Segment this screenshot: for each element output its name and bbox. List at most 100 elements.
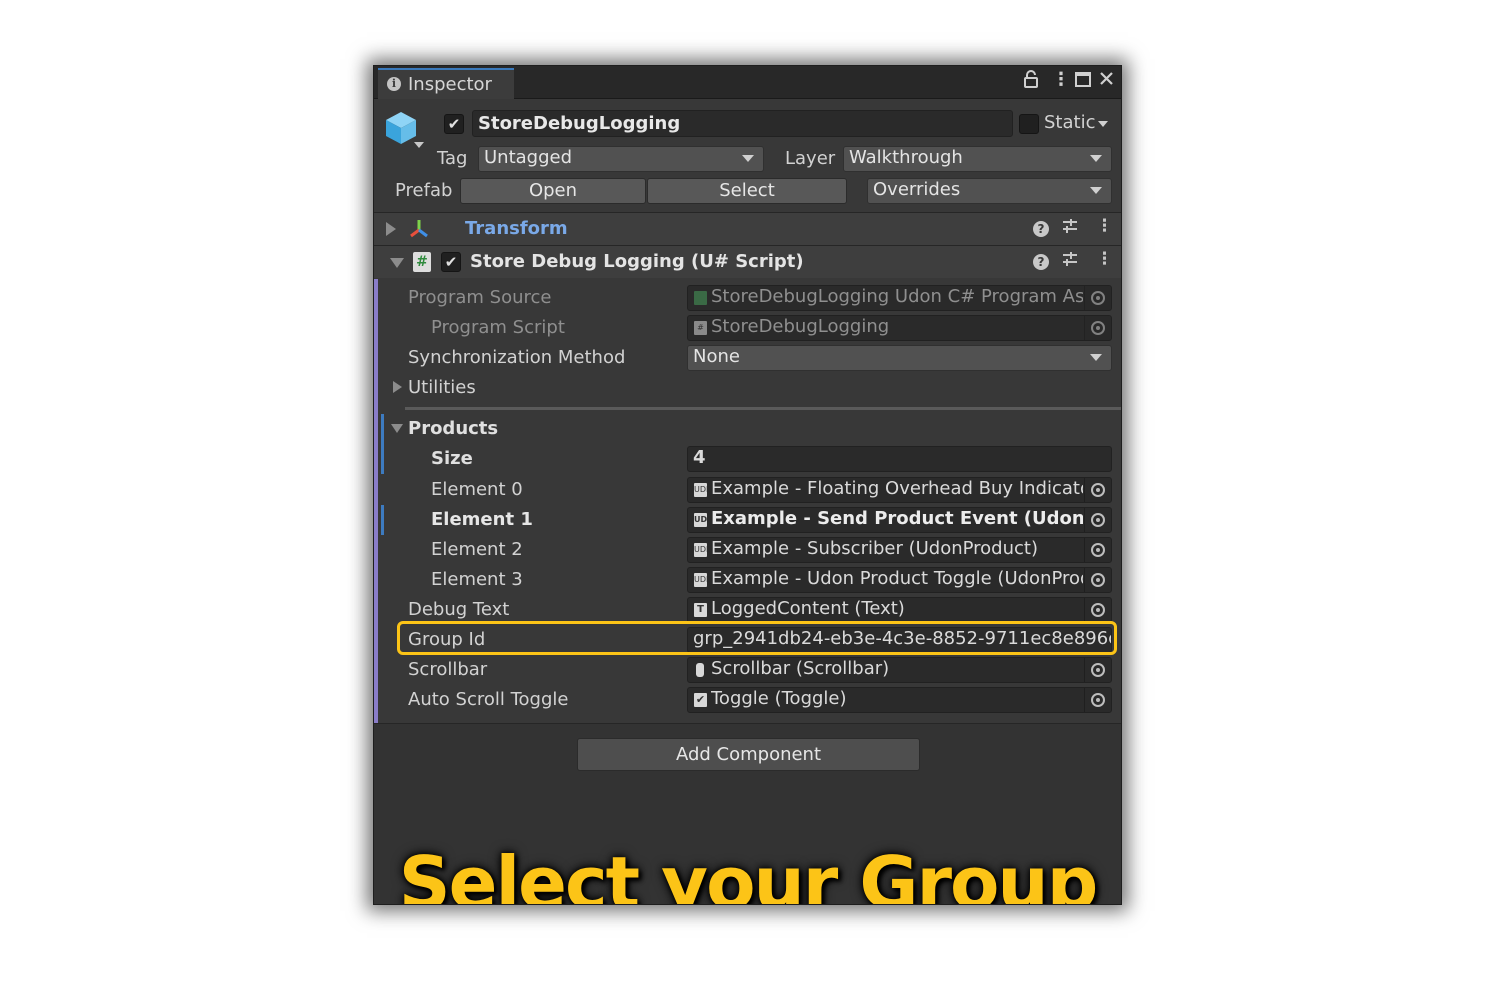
inspector-window: i Inspector ⋮ ✔ StoreDebugLogging Static… bbox=[373, 65, 1122, 905]
products-foldout-icon[interactable] bbox=[391, 424, 403, 433]
layer-label: Layer bbox=[785, 148, 836, 169]
object-picker-icon[interactable] bbox=[1084, 688, 1111, 712]
tag-value: Untagged bbox=[484, 147, 573, 168]
scrollbar-component-icon bbox=[696, 663, 704, 677]
object-picker-icon[interactable] bbox=[1084, 538, 1111, 562]
menu-icon[interactable]: ⋮ bbox=[1096, 249, 1113, 269]
element-3-field[interactable]: UDN Example - Udon Product Toggle (UdonP… bbox=[687, 567, 1112, 593]
element-2-field[interactable]: UDN Example - Subscriber (UdonProduct) bbox=[687, 537, 1112, 563]
debug-text-label: Debug Text bbox=[408, 599, 510, 620]
tag-label: Tag bbox=[437, 148, 468, 169]
icon-dropdown-arrow[interactable] bbox=[414, 142, 424, 148]
close-icon[interactable] bbox=[1099, 71, 1114, 91]
component-accent-bar bbox=[374, 279, 378, 723]
prefab-open-button[interactable]: Open bbox=[460, 178, 646, 204]
presets-icon[interactable] bbox=[1061, 250, 1079, 273]
program-script-field: # StoreDebugLogging bbox=[687, 315, 1112, 341]
object-picker-icon[interactable] bbox=[1084, 508, 1111, 532]
sync-method-dropdown[interactable]: None bbox=[687, 345, 1112, 371]
object-picker-icon[interactable] bbox=[1084, 478, 1111, 502]
sync-method-label: Synchronization Method bbox=[408, 347, 626, 368]
element1-accent-bar bbox=[381, 505, 384, 535]
prefab-overrides-dropdown[interactable]: Overrides bbox=[867, 178, 1112, 204]
group-id-highlight bbox=[397, 621, 1117, 655]
transform-axis-icon bbox=[408, 218, 430, 244]
maximize-icon[interactable] bbox=[1075, 72, 1091, 92]
chevron-down-icon bbox=[742, 155, 754, 162]
utilities-foldout-icon[interactable] bbox=[393, 381, 402, 393]
element-1-field[interactable]: UDN Example - Send Product Event (Udon bbox=[687, 507, 1112, 533]
transform-header[interactable]: Transform ? ⋮ bbox=[374, 213, 1121, 245]
products-label[interactable]: Products bbox=[408, 418, 498, 439]
udon-product-icon: UDN bbox=[694, 483, 707, 497]
menu-icon[interactable]: ⋮ bbox=[1052, 69, 1070, 90]
element-0-field[interactable]: UDN Example - Floating Overhead Buy Indi… bbox=[687, 477, 1112, 503]
element-3-label: Element 3 bbox=[431, 569, 523, 590]
udon-product-icon: UDN bbox=[694, 573, 707, 587]
tag-dropdown[interactable]: Untagged bbox=[478, 146, 764, 172]
script-hash-icon: # bbox=[694, 321, 707, 335]
udon-asset-icon bbox=[694, 291, 707, 305]
element-2-value: Example - Subscriber (UdonProduct) bbox=[711, 538, 1038, 559]
program-source-label: Program Source bbox=[408, 287, 552, 308]
udon-product-icon: UDN bbox=[694, 513, 707, 527]
static-checkbox[interactable] bbox=[1019, 114, 1039, 134]
gameobject-cube-icon bbox=[384, 110, 418, 150]
transform-foldout-icon[interactable] bbox=[386, 222, 396, 236]
text-component-icon: T bbox=[694, 603, 707, 617]
chevron-down-icon bbox=[1090, 187, 1102, 194]
debug-text-field[interactable]: T LoggedContent (Text) bbox=[687, 597, 1112, 623]
static-dropdown-arrow[interactable] bbox=[1098, 121, 1108, 127]
utilities-label[interactable]: Utilities bbox=[408, 377, 476, 398]
layer-dropdown[interactable]: Walkthrough bbox=[843, 146, 1112, 172]
presets-icon[interactable] bbox=[1061, 217, 1079, 240]
caption-title: Select your Group ID bbox=[398, 841, 1098, 905]
auto-scroll-toggle-field[interactable]: ✔ Toggle (Toggle) bbox=[687, 687, 1112, 713]
chevron-down-icon bbox=[1090, 155, 1102, 162]
auto-scroll-toggle-label: Auto Scroll Toggle bbox=[408, 689, 569, 710]
object-picker-icon bbox=[1084, 316, 1111, 340]
menu-icon[interactable]: ⋮ bbox=[1096, 216, 1113, 236]
debug-text-value: LoggedContent (Text) bbox=[711, 598, 905, 619]
program-script-label: Program Script bbox=[431, 317, 565, 338]
layer-value: Walkthrough bbox=[849, 147, 963, 168]
prefab-label: Prefab bbox=[395, 180, 453, 201]
chevron-down-icon bbox=[1090, 354, 1102, 361]
scrollbar-label: Scrollbar bbox=[408, 659, 488, 680]
transform-title[interactable]: Transform bbox=[465, 218, 568, 239]
element-3-value: Example - Udon Product Toggle (UdonProd bbox=[711, 568, 1083, 589]
products-size-input[interactable]: 4 bbox=[687, 446, 1112, 472]
products-accent-bar bbox=[381, 414, 384, 474]
info-icon: i bbox=[387, 77, 401, 91]
object-picker-icon[interactable] bbox=[1084, 658, 1111, 682]
toggle-component-icon: ✔ bbox=[694, 693, 707, 707]
auto-scroll-toggle-value: Toggle (Toggle) bbox=[711, 688, 847, 709]
element-2-label: Element 2 bbox=[431, 539, 523, 560]
script-enabled-checkbox[interactable]: ✔ bbox=[441, 252, 461, 272]
object-picker-icon[interactable] bbox=[1084, 568, 1111, 592]
object-picker-icon bbox=[1084, 286, 1111, 310]
element-0-label: Element 0 bbox=[431, 479, 523, 500]
add-component-button[interactable]: Add Component bbox=[577, 738, 920, 771]
gameobject-name-input[interactable]: StoreDebugLogging bbox=[472, 110, 1013, 137]
tab-inspector[interactable]: i Inspector bbox=[378, 68, 514, 99]
help-icon[interactable]: ? bbox=[1033, 221, 1049, 237]
scrollbar-field[interactable]: Scrollbar (Scrollbar) bbox=[687, 657, 1112, 683]
static-label[interactable]: Static bbox=[1044, 112, 1095, 133]
prefab-select-button[interactable]: Select bbox=[647, 178, 847, 204]
scrollbar-value: Scrollbar (Scrollbar) bbox=[711, 658, 890, 679]
script-foldout-icon[interactable] bbox=[390, 258, 404, 268]
overrides-label: Overrides bbox=[873, 179, 961, 200]
active-checkbox[interactable]: ✔ bbox=[444, 114, 464, 134]
script-hash-icon: # bbox=[413, 252, 431, 272]
element-1-label: Element 1 bbox=[431, 509, 533, 530]
products-size-label: Size bbox=[431, 448, 473, 469]
tab-label: Inspector bbox=[408, 74, 492, 95]
script-title[interactable]: Store Debug Logging (U# Script) bbox=[470, 251, 804, 272]
script-component-header[interactable]: # ✔ Store Debug Logging (U# Script) ? ⋮ bbox=[374, 246, 1121, 278]
program-script-value: StoreDebugLogging bbox=[711, 316, 890, 337]
help-icon[interactable]: ? bbox=[1033, 254, 1049, 270]
object-picker-icon[interactable] bbox=[1084, 598, 1111, 622]
lock-icon[interactable] bbox=[1024, 70, 1038, 93]
tab-bar: i Inspector ⋮ bbox=[374, 66, 1121, 99]
